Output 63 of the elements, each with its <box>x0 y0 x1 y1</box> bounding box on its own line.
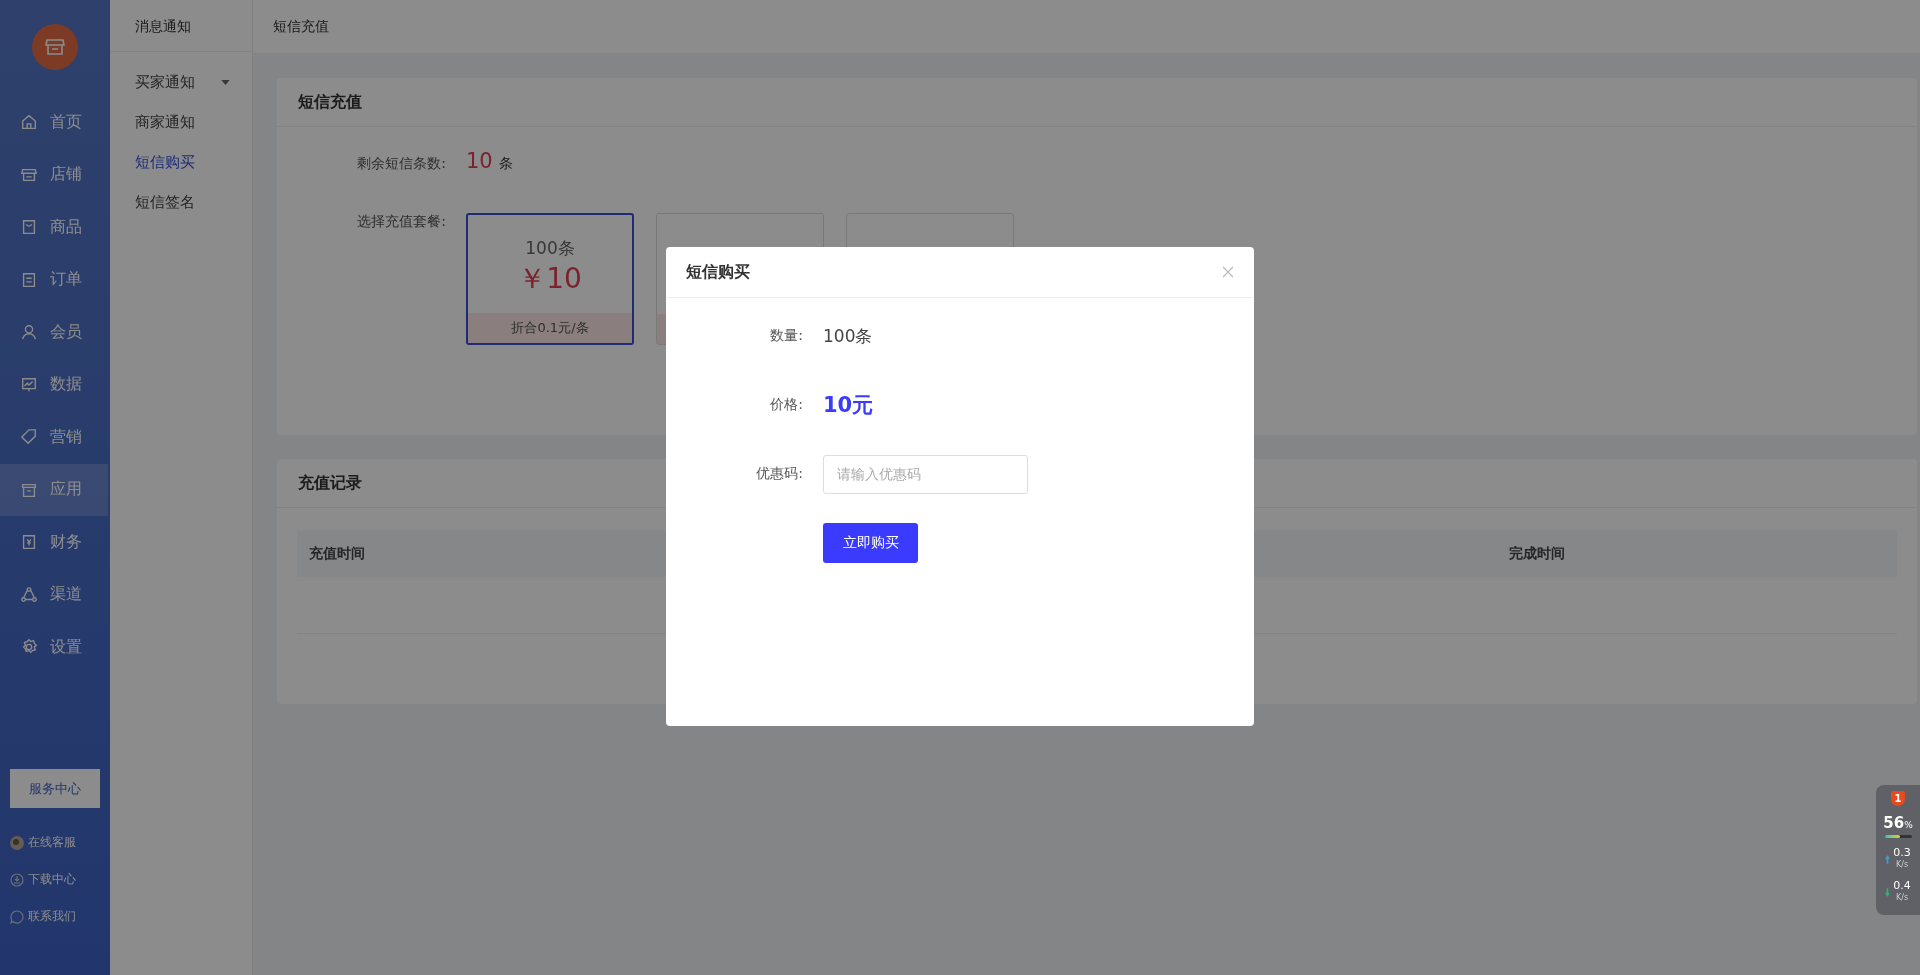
download-icon <box>10 872 24 887</box>
chart-icon <box>20 375 38 394</box>
submenu-item[interactable]: 短信签名 <box>110 182 252 222</box>
download-arrow-icon <box>1885 887 1891 897</box>
notification-badge: 1 <box>1891 791 1905 806</box>
price-value: 10元 <box>823 392 874 419</box>
percent-unit: % <box>1904 820 1913 830</box>
tag-icon <box>20 428 38 447</box>
nav-item[interactable]: 商品 <box>0 201 110 254</box>
package-price: ￥10 <box>518 261 582 297</box>
nav-item[interactable]: 数据 <box>0 358 110 411</box>
nav-item[interactable]: 营销 <box>0 411 110 464</box>
sidebar-link[interactable]: 下载中心 <box>28 871 76 888</box>
buy-now-button[interactable]: 立即购买 <box>823 523 918 563</box>
remaining-count: 10 <box>466 149 493 173</box>
upload-speed: 0.3 <box>1893 847 1911 859</box>
nav-item[interactable]: 订单 <box>0 253 110 306</box>
close-icon[interactable] <box>1222 266 1234 278</box>
field-label: 数量: <box>769 327 803 345</box>
home-icon <box>20 113 38 132</box>
sidebar-link[interactable]: 在线客服 <box>28 834 76 851</box>
column-heading: 完成时间 <box>1508 544 1566 563</box>
remaining-label: 剩余短信条数: <box>356 155 446 173</box>
package-option[interactable]: 100条 ￥10 折合0.1元/条 <box>466 213 634 345</box>
goods-icon <box>20 218 38 237</box>
package-label: 选择充值套餐: <box>356 213 446 231</box>
quantity-value: 100条 <box>823 324 873 348</box>
nav-item[interactable]: 首页 <box>0 96 110 149</box>
user-icon <box>20 323 38 342</box>
speed-unit: K/s <box>1895 892 1909 904</box>
nav-item[interactable]: 财务 <box>0 516 110 569</box>
caret-icon <box>221 79 230 85</box>
card-title: 充值记录 <box>298 472 362 494</box>
nav-item[interactable]: 会员 <box>0 306 110 359</box>
submenu-title: 消息通知 <box>110 0 252 52</box>
chat-icon <box>10 909 24 924</box>
service-center-button[interactable]: 服务中心 <box>10 769 100 808</box>
card-title: 短信充值 <box>298 91 362 113</box>
remaining-unit: 条 <box>498 155 513 173</box>
upload-arrow-icon <box>1885 854 1891 864</box>
package-count: 100条 <box>525 237 575 260</box>
coupon-input[interactable]: 请输入优惠码 <box>823 454 1028 494</box>
money-icon <box>20 533 38 552</box>
field-label: 价格: <box>769 396 803 414</box>
field-label: 优惠码: <box>755 465 803 483</box>
sidebar-link[interactable]: 联系我们 <box>28 908 76 925</box>
order-icon <box>20 270 38 289</box>
avatar-icon <box>10 835 24 850</box>
submenu-item[interactable]: 短信购买 <box>110 142 252 182</box>
dialog-title: 短信购买 <box>686 261 750 283</box>
download-speed: 0.4 <box>1893 880 1911 892</box>
usage-percent: 56 <box>1883 814 1905 832</box>
submenu-item[interactable]: 商家通知 <box>110 102 252 142</box>
speed-unit: K/s <box>1895 859 1909 871</box>
nav-item[interactable]: 店铺 <box>0 148 110 201</box>
channel-icon <box>20 585 38 604</box>
nav-item[interactable]: 渠道 <box>0 568 110 621</box>
package-footer: 折合0.1元/条 <box>468 313 632 343</box>
store-logo <box>32 24 78 70</box>
column-heading: 充值时间 <box>308 544 366 563</box>
submenu-item[interactable]: 买家通知 <box>110 62 252 102</box>
page-title: 短信充值 <box>273 17 329 36</box>
nav-item[interactable]: 设置 <box>0 621 110 674</box>
